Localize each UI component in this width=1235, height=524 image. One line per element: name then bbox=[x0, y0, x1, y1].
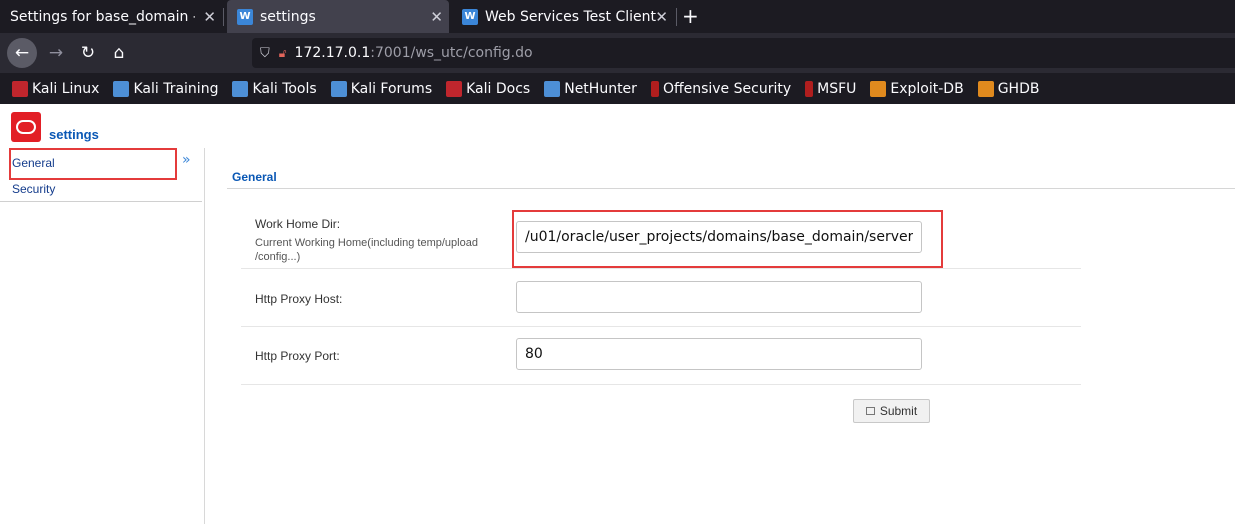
reload-icon[interactable]: ↻ bbox=[73, 38, 103, 68]
kali-docs-icon bbox=[446, 81, 463, 97]
bookmark-kali-tools[interactable]: Kali Tools bbox=[232, 81, 317, 97]
kali-forums-icon bbox=[330, 81, 347, 97]
proxy-host-label: Http Proxy Host: bbox=[255, 292, 343, 306]
oracle-logo bbox=[11, 112, 41, 142]
exploit-db-spider-icon bbox=[870, 81, 887, 97]
bookmark-kali-linux[interactable]: Kali Linux bbox=[12, 81, 99, 97]
left-navigation: General » Security bbox=[0, 148, 205, 524]
bookmarks-toolbar: Kali Linux Kali Training Kali Tools Kali… bbox=[0, 75, 1235, 103]
bookmark-ghdb[interactable]: GHDB bbox=[977, 81, 1039, 97]
submit-label: Submit bbox=[879, 404, 918, 418]
bookmark-msfu[interactable]: MSFU bbox=[805, 81, 856, 97]
shield-icon[interactable]: ⛉ bbox=[260, 46, 270, 61]
highlight-box-general bbox=[9, 148, 177, 180]
nethunter-icon bbox=[544, 81, 561, 97]
settings-panel: General Work Home Dir: Current Working H… bbox=[205, 148, 1235, 524]
msfu-icon bbox=[805, 81, 814, 97]
proxy-port-input[interactable] bbox=[516, 338, 922, 370]
tab-separator bbox=[676, 8, 677, 26]
proxy-port-label: Http Proxy Port: bbox=[255, 349, 340, 363]
url-bar[interactable]: ⛉ 🔓︎ 172.17.0.1:7001/ws_utc/config.do bbox=[252, 38, 1235, 68]
tab-separator bbox=[223, 8, 224, 26]
tab-title: Settings for base_domain - W bbox=[10, 8, 195, 25]
url-host: 172.17.0.1 bbox=[294, 45, 371, 61]
offsec-icon bbox=[650, 81, 659, 97]
page-content: settings General » Security General Work… bbox=[0, 104, 1235, 524]
close-icon[interactable]: ✕ bbox=[430, 8, 443, 26]
submit-button[interactable]: Submit bbox=[853, 399, 930, 423]
work-home-label: Work Home Dir: bbox=[255, 217, 341, 231]
insecure-lock-icon[interactable]: 🔓︎ bbox=[279, 46, 287, 61]
proxy-host-input[interactable] bbox=[516, 281, 922, 313]
kali-training-icon bbox=[113, 81, 130, 97]
weblogic-favicon-icon: W bbox=[237, 8, 253, 25]
weblogic-favicon-icon: W bbox=[462, 8, 478, 25]
page-title: settings bbox=[49, 127, 99, 142]
navigation-bar: ← → ↻ ⌂ ⛉ 🔓︎ 172.17.0.1:7001/ws_utc/conf… bbox=[0, 33, 1235, 73]
bookmark-nethunter[interactable]: NetHunter bbox=[544, 81, 637, 97]
bookmark-exploit-db[interactable]: Exploit-DB bbox=[870, 81, 964, 97]
tab-settings[interactable]: W settings ✕ bbox=[227, 0, 449, 33]
url-path: :7001/ws_utc/config.do bbox=[370, 45, 533, 61]
save-icon bbox=[865, 407, 875, 415]
section-divider bbox=[227, 188, 1235, 189]
work-home-help: Current Working Home(including temp/uplo… bbox=[255, 237, 478, 263]
field-row-proxy-port: Http Proxy Port: bbox=[241, 327, 1081, 385]
home-icon[interactable]: ⌂ bbox=[104, 38, 134, 68]
double-chevron-right-icon[interactable]: » bbox=[182, 152, 191, 168]
browser-chrome: Settings for base_domain - W ✕ W setting… bbox=[0, 0, 1235, 104]
tab-bar: Settings for base_domain - W ✕ W setting… bbox=[0, 0, 1235, 33]
field-row-proxy-host: Http Proxy Host: bbox=[241, 269, 1081, 327]
tab-title: Web Services Test Client bbox=[485, 8, 657, 25]
highlight-box-work-home bbox=[512, 210, 943, 268]
bookmark-offensive-security[interactable]: Offensive Security bbox=[650, 81, 791, 97]
back-arrow-icon[interactable]: ← bbox=[7, 38, 37, 68]
close-icon[interactable]: ✕ bbox=[203, 8, 216, 26]
tab-settings-base-domain[interactable]: Settings for base_domain - W ✕ bbox=[0, 0, 222, 33]
tab-web-services-test-client[interactable]: W Web Services Test Client ✕ bbox=[452, 0, 674, 33]
bookmark-kali-docs[interactable]: Kali Docs bbox=[446, 81, 530, 97]
new-tab-plus-icon[interactable]: + bbox=[682, 4, 699, 28]
tab-title: settings bbox=[260, 8, 316, 25]
ghdb-spider-icon bbox=[977, 81, 994, 97]
bookmark-kali-forums[interactable]: Kali Forums bbox=[330, 81, 432, 97]
kali-dragon-icon bbox=[12, 81, 28, 97]
section-title: General bbox=[232, 170, 277, 184]
bookmark-kali-training[interactable]: Kali Training bbox=[113, 81, 218, 97]
forward-arrow-icon[interactable]: → bbox=[41, 38, 71, 68]
close-icon[interactable]: ✕ bbox=[655, 8, 668, 26]
kali-tools-icon bbox=[232, 81, 249, 97]
